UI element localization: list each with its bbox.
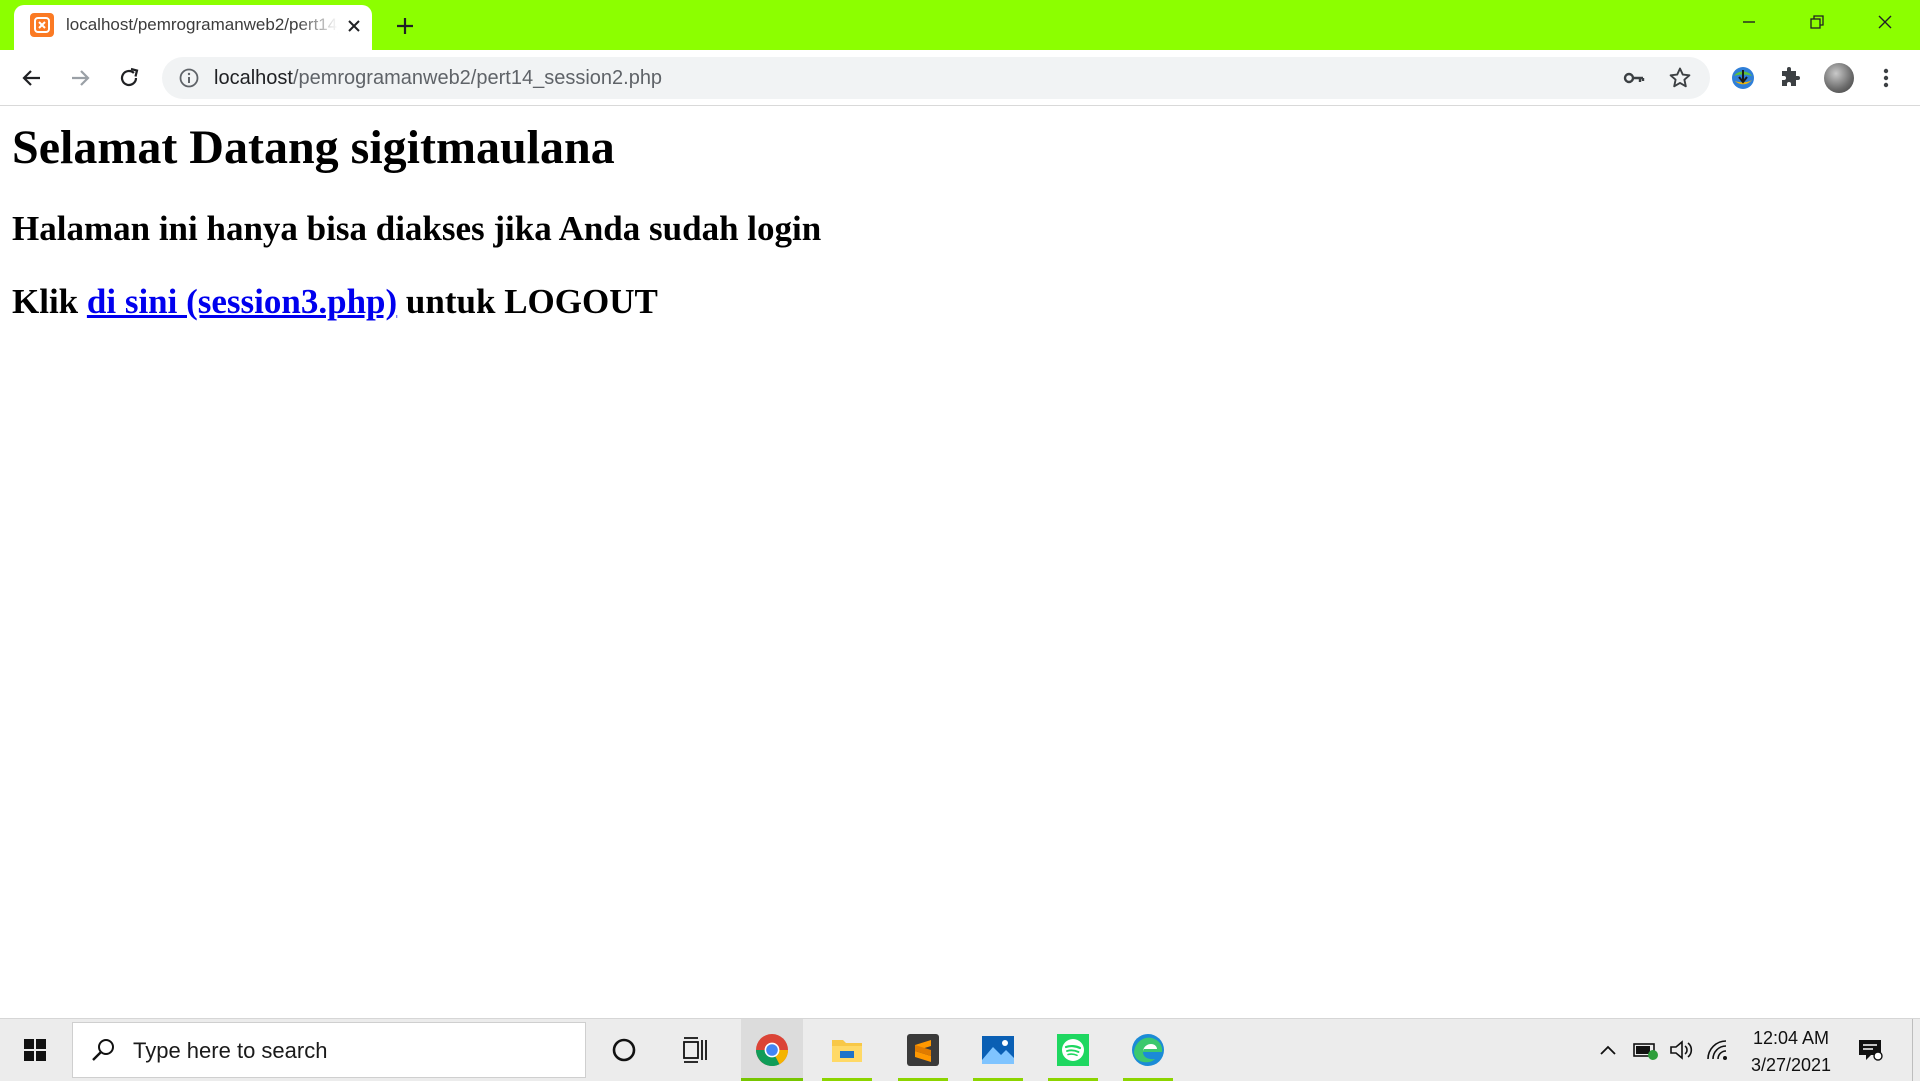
web-page-content: Selamat Datang sigitmaulana Halaman ini … [0,106,1920,1018]
extensions-puzzle-icon[interactable] [1774,62,1806,94]
taskbar-search-box[interactable]: Type here to search [72,1022,586,1078]
sublime-text-icon [907,1034,939,1066]
bookmark-star-icon[interactable] [1666,64,1694,92]
search-placeholder: Type here to search [133,1038,328,1063]
windows-taskbar: Type here to search 12:04 AM 3/27/2021 [0,1018,1920,1081]
profile-avatar[interactable] [1824,63,1854,93]
windows-start-icon[interactable] [0,1019,70,1081]
browser-tab[interactable]: localhost/pemrogramanweb2/pert14_session… [14,5,372,50]
tab-title: localhost/pemrogramanweb2/pert14_session… [66,15,338,34]
search-icon [89,1037,117,1065]
photos-taskbar-button[interactable] [967,1019,1029,1081]
task-view-icon[interactable] [664,1019,728,1081]
site-info-icon[interactable] [178,67,200,89]
welcome-heading: Selamat Datang sigitmaulana [12,121,615,174]
notifications-icon[interactable] [1856,1036,1884,1064]
restore-icon[interactable] [1784,0,1850,44]
minimize-icon[interactable] [1716,0,1782,44]
photos-icon [982,1036,1014,1064]
file-explorer-icon [832,1040,862,1062]
browser-toolbar: localhost/pemrogramanweb2/pert14_session… [0,50,1920,106]
access-info-heading: Halaman ini hanya bisa diakses jika Anda… [12,209,822,248]
file-explorer-taskbar-button[interactable] [816,1019,878,1081]
chrome-taskbar-button[interactable] [741,1019,803,1081]
wifi-icon[interactable] [1704,1036,1732,1064]
logout-suffix: untuk LOGOUT [397,282,658,321]
cortana-icon[interactable] [592,1019,656,1081]
url-text[interactable]: localhost/pemrogramanweb2/pert14_session… [214,67,662,90]
logout-prefix: Klik [12,282,87,321]
forward-arrow-icon[interactable] [62,60,98,96]
clock-time: 12:04 AM [1752,1028,1830,1048]
url-host: localhost [214,67,293,89]
show-desktop-button[interactable] [1912,1019,1913,1081]
back-arrow-icon[interactable] [14,60,50,96]
xampp-icon [30,13,54,37]
more-menu-icon[interactable] [1870,62,1902,94]
spotify-icon [1057,1034,1089,1066]
spotify-taskbar-button[interactable] [1042,1019,1104,1081]
chrome-icon [756,1034,789,1067]
volume-icon[interactable] [1668,1036,1696,1064]
battery-icon[interactable] [1632,1036,1660,1064]
new-tab-icon[interactable] [390,11,420,41]
idm-extension-icon[interactable] [1727,62,1759,94]
close-window-icon[interactable] [1852,0,1918,44]
key-icon[interactable] [1620,64,1648,92]
logout-heading: Klik di sini (session3.php) untuk LOGOUT [12,282,658,322]
edge-icon [1132,1034,1164,1066]
taskbar-clock[interactable]: 12:04 AM 3/27/2021 [1736,1025,1846,1079]
url-path: /pemrogramanweb2/pert14_session2.php [292,67,663,89]
sublime-text-taskbar-button[interactable] [892,1019,954,1081]
edge-taskbar-button[interactable] [1117,1019,1179,1081]
reload-icon[interactable] [111,60,147,96]
address-bar[interactable]: localhost/pemrogramanweb2/pert14_session… [162,57,1710,99]
browser-title-bar: localhost/pemrogramanweb2/pert14_session… [0,0,1920,50]
clock-date: 3/27/2021 [1750,1055,1832,1075]
logout-link[interactable]: di sini (session3.php) [87,282,397,321]
chevron-up-icon[interactable] [1594,1036,1622,1064]
tab-close-icon[interactable] [342,14,366,38]
